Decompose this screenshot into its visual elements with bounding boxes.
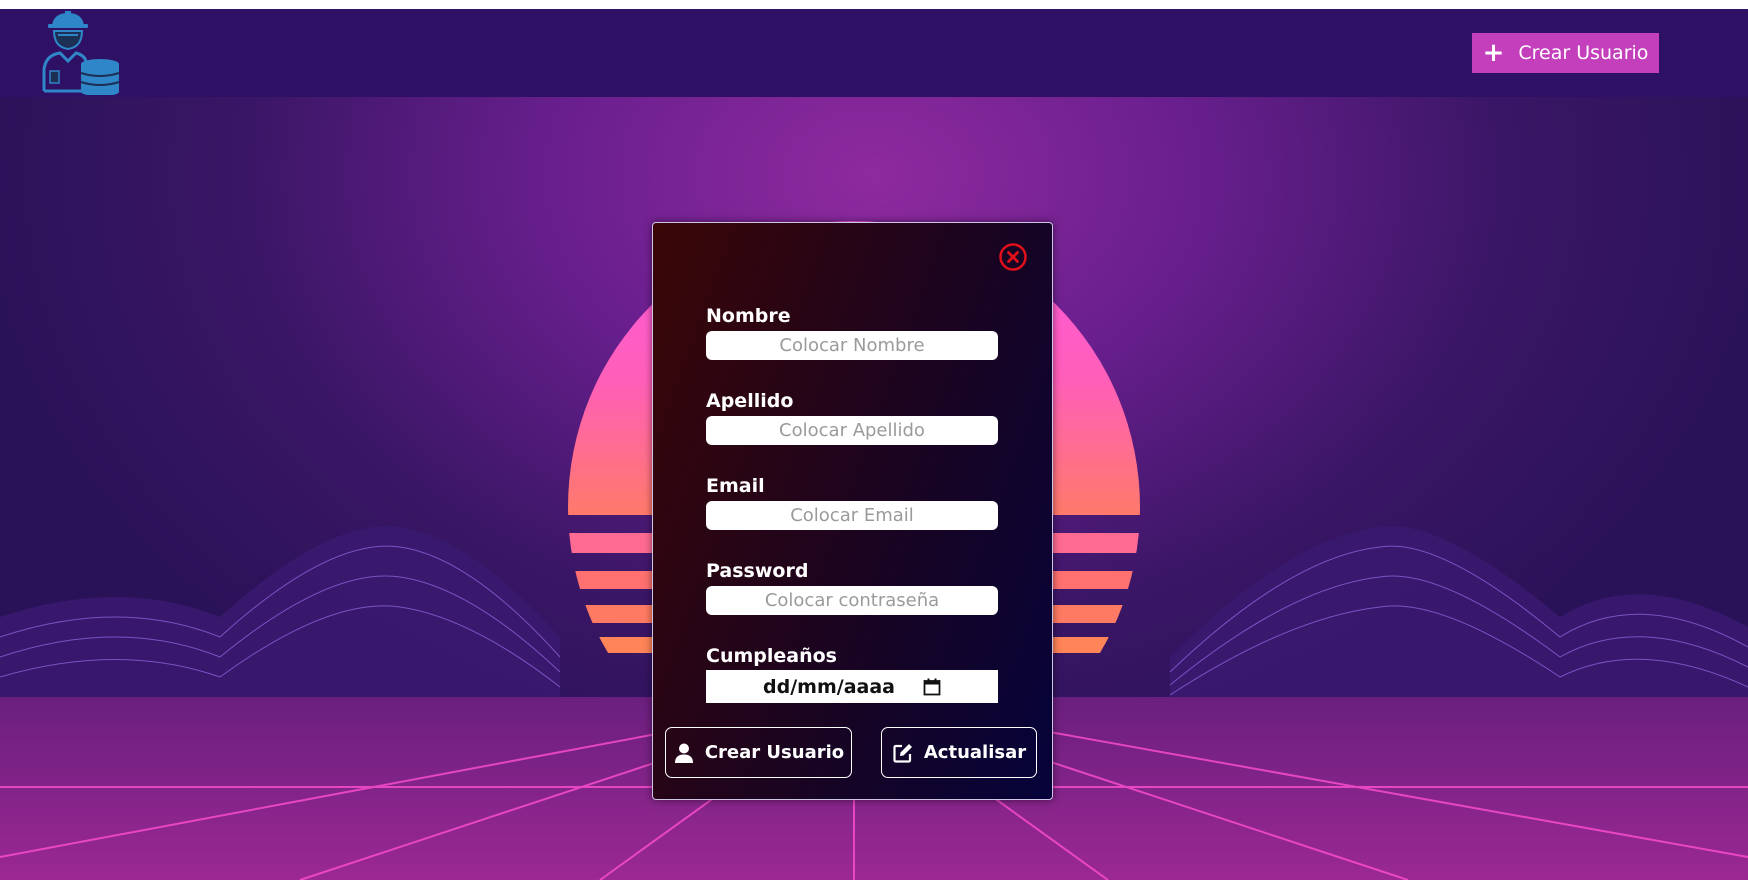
apellido-label: Apellido [706, 390, 794, 412]
nombre-label: Nombre [706, 305, 791, 327]
email-input[interactable] [706, 501, 998, 530]
worker-database-logo-icon[interactable] [40, 11, 124, 96]
email-label: Email [706, 475, 765, 497]
create-user-button-label: Crear Usuario [704, 742, 845, 763]
birthday-label: Cumpleaños [706, 645, 837, 667]
birthday-date-value: dd/mm/aaaa [763, 675, 895, 698]
update-user-button[interactable]: Actualisar [881, 727, 1037, 778]
top-border [0, 0, 1748, 9]
apellido-input[interactable] [706, 416, 998, 445]
plus-icon: + [1482, 38, 1505, 68]
update-user-button-label: Actualisar [923, 742, 1027, 763]
nombre-input[interactable] [706, 331, 998, 360]
create-user-header-button[interactable]: + Crear Usuario [1472, 33, 1659, 73]
create-user-button[interactable]: Crear Usuario [665, 727, 852, 778]
close-circle-icon[interactable] [998, 242, 1028, 272]
create-user-modal: Nombre Apellido Email Password Cumpleaño… [652, 222, 1053, 800]
calendar-icon[interactable] [923, 678, 941, 696]
edit-icon [893, 743, 912, 763]
password-label: Password [706, 560, 809, 582]
create-user-header-label: Crear Usuario [1518, 42, 1649, 64]
birthday-date-input[interactable]: dd/mm/aaaa [706, 670, 998, 703]
top-navbar: + Crear Usuario [0, 9, 1748, 97]
password-input[interactable] [706, 586, 998, 615]
user-icon [674, 743, 693, 763]
